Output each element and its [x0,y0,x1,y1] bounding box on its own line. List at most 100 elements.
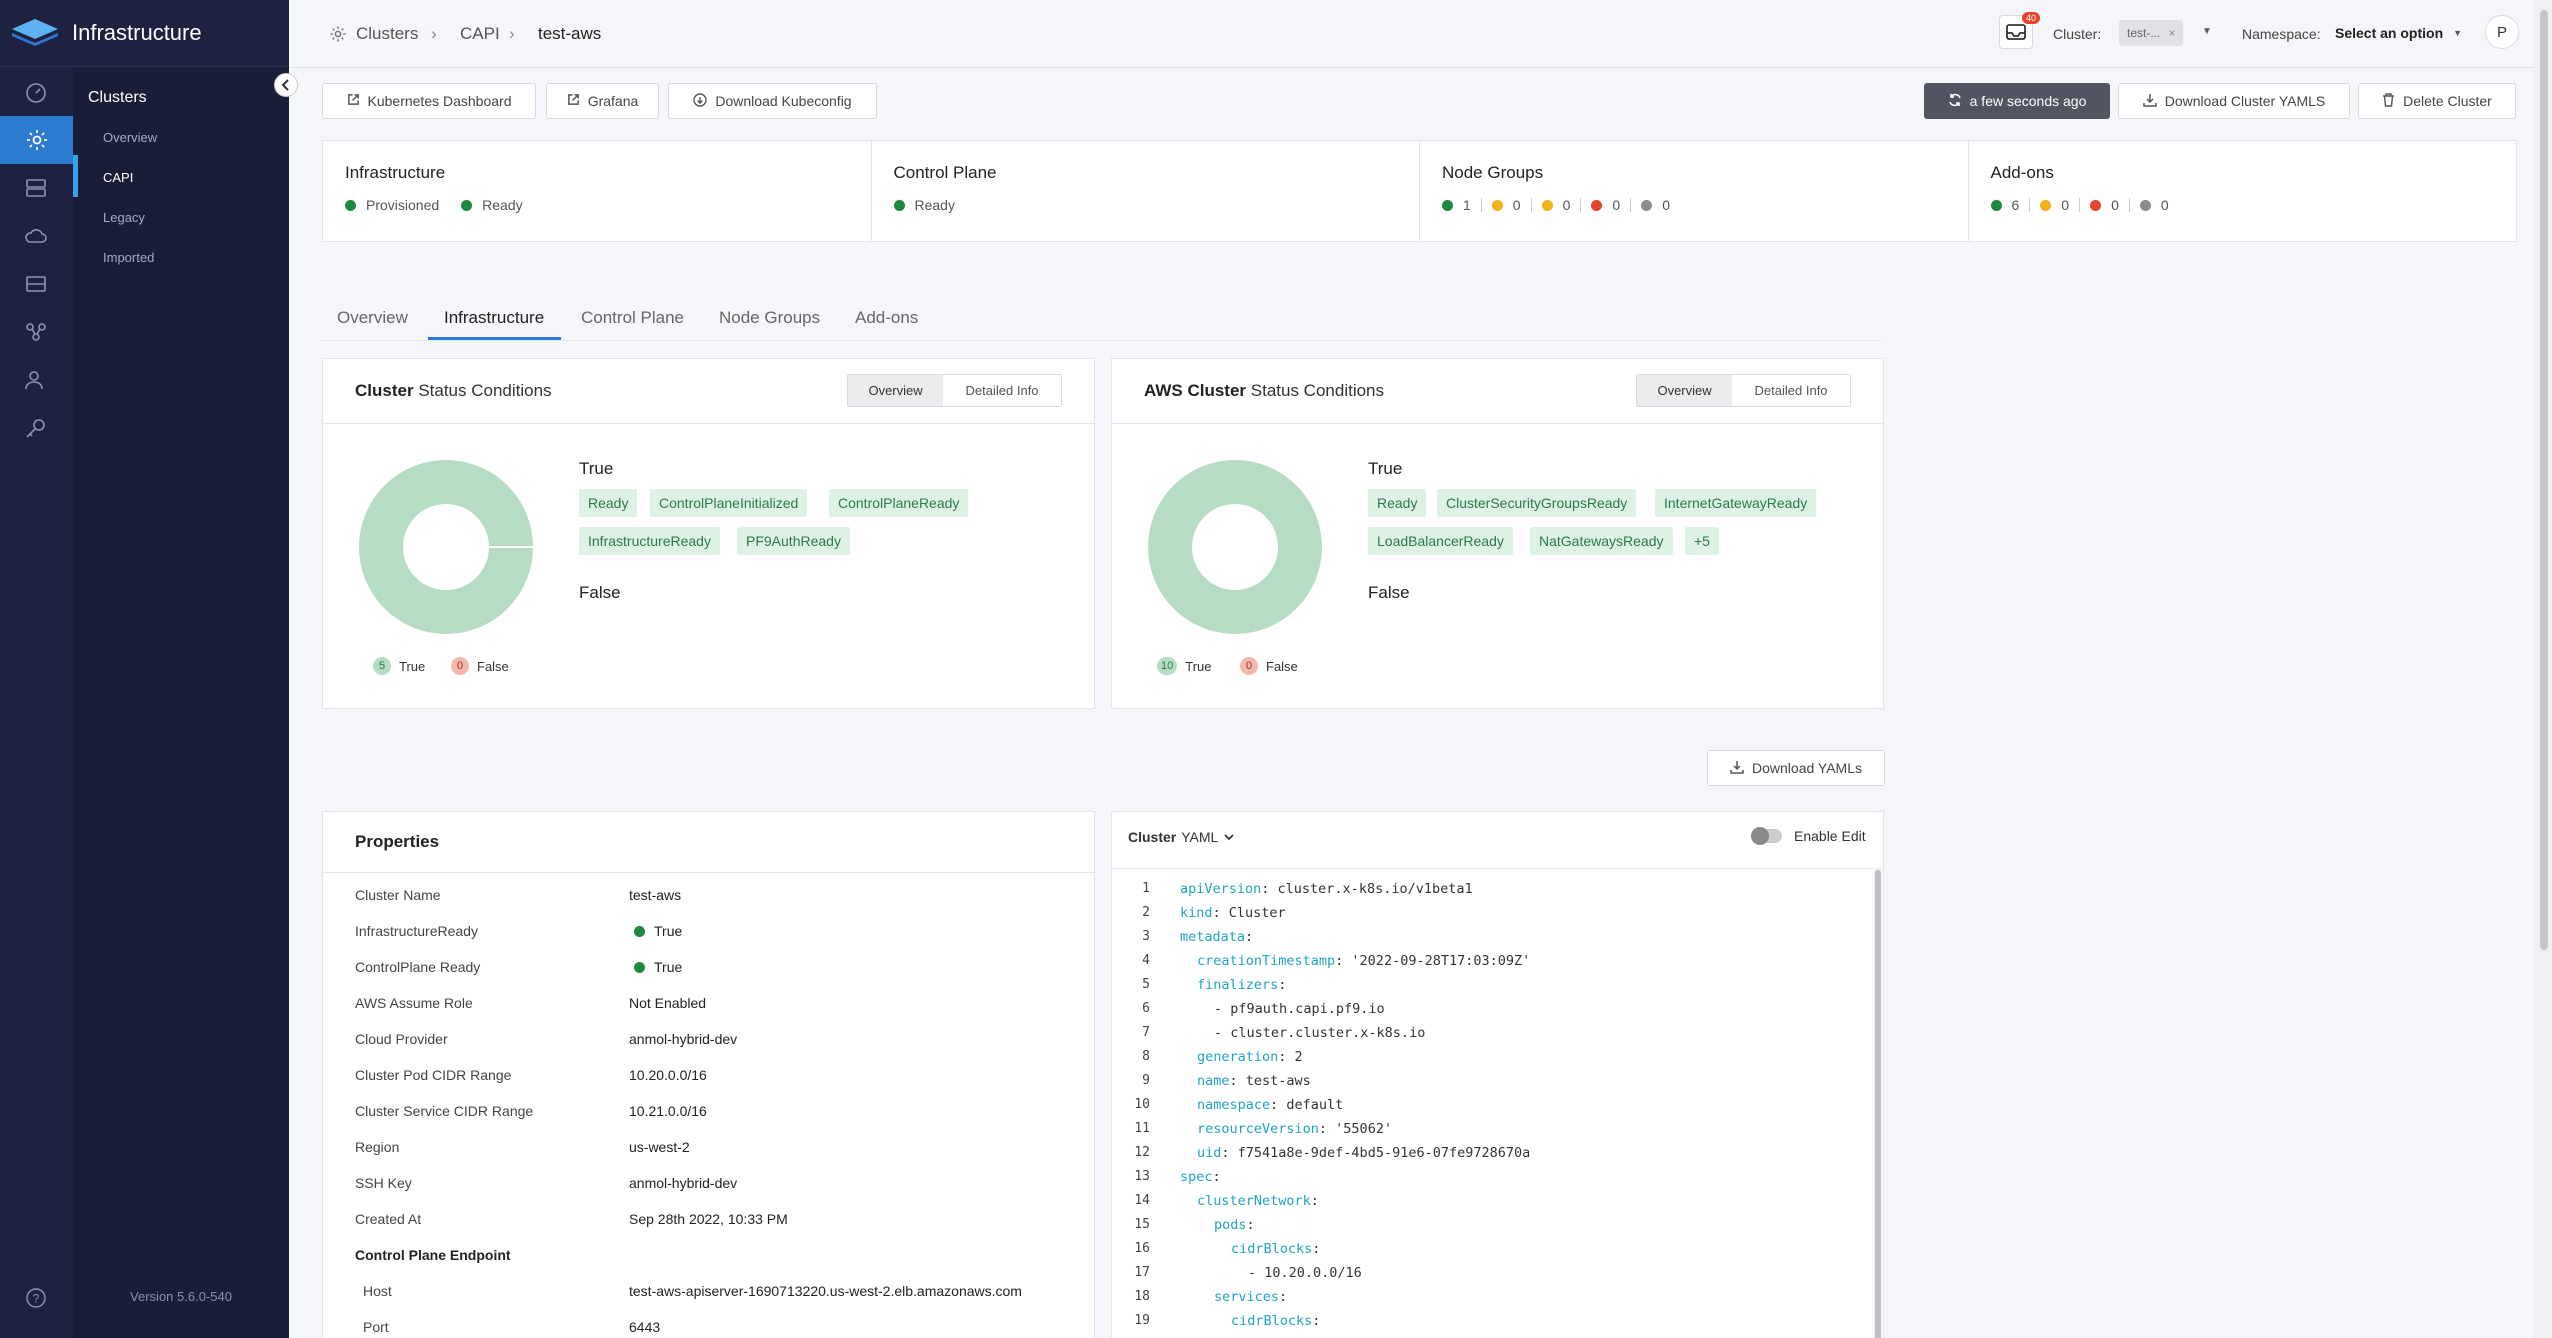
count-green: 6 [2011,197,2020,213]
dashboard-icon[interactable] [22,78,50,106]
node-groups-card: Node Groups 1 0 0 0 0 [1420,141,1969,241]
property-label: Cluster Name [355,887,441,903]
line-number: 7 [1142,1025,1150,1040]
tab-node-groups[interactable]: Node Groups [719,308,820,328]
infrastructure-card: Infrastructure Provisioned Ready [323,141,872,241]
yaml-key: name [1197,1073,1230,1089]
storage-icon[interactable] [22,270,50,298]
servers-icon[interactable] [22,174,50,202]
tab-overview[interactable]: Overview [337,308,408,328]
detailed-info-toggle[interactable]: Detailed Info [1732,375,1850,406]
status-dot-red [2090,199,2102,211]
tab-infrastructure[interactable]: Infrastructure [444,308,544,328]
status-dot-gray [2139,199,2151,211]
download-kubeconfig-button[interactable]: Download Kubeconfig [668,83,877,119]
property-value: True [629,959,682,975]
line-number: 4 [1142,953,1150,968]
subnav-item-capi[interactable]: CAPI [103,170,133,185]
help-icon[interactable]: ? [25,1287,47,1312]
tab-control-plane[interactable]: Control Plane [581,308,684,328]
delete-cluster-button[interactable]: Delete Cluster [2358,83,2516,119]
kubernetes-dashboard-button[interactable]: Kubernetes Dashboard [322,83,536,119]
cloud-icon[interactable] [22,222,50,250]
refresh-label: a few seconds ago [1969,93,2087,109]
line-number: 16 [1134,1241,1150,1256]
yaml-value: : test-aws [1229,1073,1311,1089]
app-brand[interactable]: Infrastructure [0,0,289,67]
true-heading: True [579,459,614,478]
view-toggle: Overview Detailed Info [847,374,1062,407]
more-conditions-chip[interactable]: +5 [1685,527,1719,555]
grafana-button[interactable]: Grafana [546,83,659,119]
cluster-select-chip[interactable]: test-... × [2119,20,2184,46]
property-label: AWS Assume Role [355,995,473,1011]
property-label: Created At [355,1211,422,1227]
namespace-select[interactable]: Select an option ▼ [2335,18,2462,48]
status-dot [634,925,645,937]
yaml-key: clusterNetwork [1197,1193,1311,1209]
infrastructure-gear-icon[interactable] [0,116,73,164]
overview-toggle[interactable]: Overview [848,375,944,406]
collapse-sidebar-button[interactable] [274,73,298,97]
condition-chip: NatGatewaysReady [1530,527,1673,555]
clear-icon[interactable]: × [2168,26,2175,40]
count-yellow: 0 [1562,197,1571,213]
subnav-item-imported[interactable]: Imported [103,250,154,265]
download-yamls-label: Download YAMLs [1752,760,1862,776]
kubernetes-dashboard-label: Kubernetes Dashboard [367,93,512,109]
line-number: 3 [1142,929,1150,944]
subnav-item-overview[interactable]: Overview [103,130,157,145]
breadcrumb-clusters[interactable]: Clusters [356,24,418,44]
detailed-info-toggle[interactable]: Detailed Info [943,375,1061,406]
yaml-line: - pf9auth.capi.pf9.io [1214,1001,1385,1017]
refresh-button[interactable]: a few seconds ago [1924,83,2110,119]
yaml-value: : [1278,977,1287,993]
control-plane-card: Control Plane Ready [872,141,1420,241]
line-number: 8 [1142,1049,1150,1064]
yaml-key: cidrBlocks [1231,1241,1313,1257]
yaml-line: generation: 2 [1197,1049,1303,1065]
tab-add-ons[interactable]: Add-ons [855,308,918,328]
yaml-scrollbar[interactable] [1874,868,1882,1338]
status-dot-red [1591,199,1603,211]
cluster-label: Cluster: [2053,26,2102,42]
yaml-value: : default [1270,1097,1344,1113]
notifications-button[interactable]: 40 [1999,12,2041,49]
line-number: 14 [1134,1193,1150,1208]
line-number: 18 [1134,1289,1150,1304]
breadcrumb-capi[interactable]: CAPI [460,24,500,44]
condition-chip: LoadBalancerReady [1368,527,1513,555]
property-label: InfrastructureReady [355,923,478,939]
yaml-value: : [1245,929,1254,945]
status-dot [345,199,356,211]
yaml-key: pods [1214,1217,1247,1233]
page-scrollbar-thumb[interactable] [2540,10,2548,950]
card-title: Add-ons [1990,163,2054,182]
toggle-switch[interactable] [1751,827,1782,845]
subnav-item-legacy[interactable]: Legacy [103,210,145,225]
yaml-key: namespace [1197,1097,1271,1113]
property-value: anmol-hybrid-dev [629,1175,738,1191]
line-number: 10 [1134,1097,1150,1112]
overview-toggle[interactable]: Overview [1637,375,1733,406]
svg-text:?: ? [33,1292,40,1306]
yaml-type-dropdown[interactable]: Cluster YAML [1128,829,1235,845]
properties-title: Properties [355,832,440,851]
yaml-key: finalizers [1197,977,1279,993]
users-icon[interactable] [22,366,50,394]
yaml-value: : [1310,1193,1319,1209]
yaml-key: metadata [1180,929,1246,945]
status-donut-chart [359,460,534,634]
count-red: 0 [2111,197,2119,213]
download-cluster-yamls-button[interactable]: Download Cluster YAMLS [2118,83,2350,119]
download-yamls-button[interactable]: Download YAMLs [1707,750,1885,786]
panel-title: Cluster Status Conditions [355,381,552,400]
user-avatar[interactable]: P [2485,15,2519,49]
enable-edit-toggle[interactable]: Enable Edit [1751,827,1866,845]
chevron-down-icon[interactable]: ▼ [2202,26,2212,37]
property-label: Cluster Service CIDR Range [355,1103,534,1119]
property-value: 10.21.0.0/16 [629,1103,707,1119]
key-icon[interactable] [22,414,50,442]
network-icon[interactable] [22,318,50,346]
property-value: test-aws-apiserver-1690713220.us-west-2.… [629,1283,1022,1299]
